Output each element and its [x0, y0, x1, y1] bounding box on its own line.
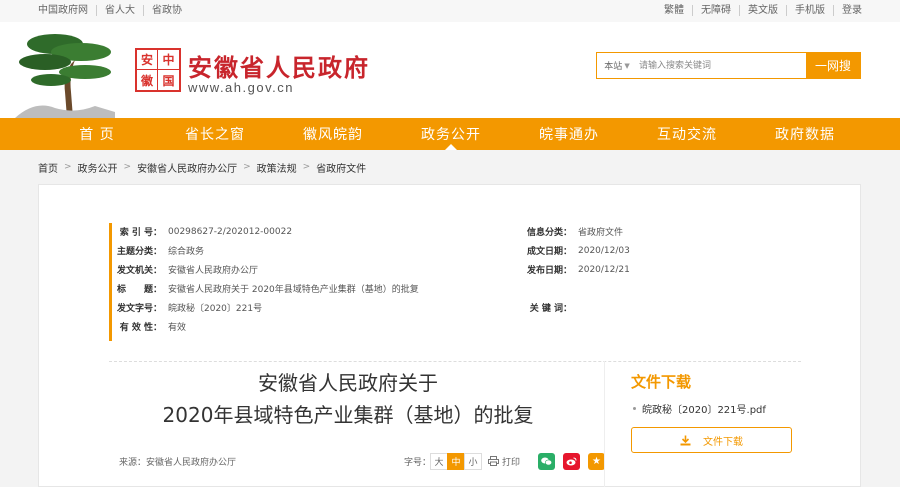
print-button[interactable]: 打印	[487, 455, 520, 468]
breadcrumb-docs[interactable]: 省政府文件	[316, 160, 366, 175]
search-input[interactable]	[637, 53, 806, 78]
weibo-icon	[566, 457, 577, 465]
main-nav: 首 页 省长之窗 徽风皖韵 政务公开 皖事通办 互动交流 政府数据	[0, 118, 900, 150]
meta-info-class: 信息分类： 省政府文件	[526, 228, 624, 238]
link-provincial-cppcc[interactable]: 省政协	[144, 5, 190, 16]
chevron-down-icon: ▼	[624, 61, 630, 70]
download-section-title: 文件下载	[631, 373, 692, 391]
download-icon	[680, 435, 691, 445]
printer-icon	[487, 456, 499, 466]
top-utility-bar: 中国政府网 省人大 省政协 繁體 无障碍 英文版 手机版 登录	[0, 0, 900, 22]
download-file-link[interactable]: 皖政秘〔2020〕221号.pdf	[633, 401, 766, 416]
share-wechat-button[interactable]	[538, 452, 555, 470]
meta-issuer: 发文机关： 安徽省人民政府办公厅	[116, 266, 259, 276]
font-size-large[interactable]: 大	[429, 452, 448, 470]
meta-published: 发布日期： 2020/12/21	[526, 264, 630, 277]
section-divider	[109, 361, 801, 362]
document-title: 安徽省人民政府关于 2020年县域特色产业集群（基地）的批复	[162, 371, 534, 427]
document-toolbar: 来源：安徽省人民政府办公厅 字号： 大 中 小 打印 ★	[109, 451, 605, 471]
meta-keywords: 关 键 词：	[529, 304, 572, 314]
nav-government-affairs[interactable]: 政务公开	[392, 118, 510, 150]
link-traditional-chinese[interactable]: 繁體	[656, 5, 693, 16]
link-provincial-congress[interactable]: 省人大	[97, 5, 144, 16]
font-size-label: 字号：	[403, 457, 431, 468]
chevron-right-icon: >	[302, 162, 311, 172]
link-mobile[interactable]: 手机版	[787, 5, 834, 16]
share-weibo-button[interactable]	[563, 452, 580, 470]
meta-index-no: 索 引 号： 00298627-2/202012-00022	[119, 226, 293, 239]
font-size-switcher: 大 中 小	[429, 452, 482, 470]
pine-tree-logo-icon	[15, 22, 115, 118]
link-gov-cn[interactable]: 中国政府网	[38, 5, 97, 16]
search-scope-select[interactable]: 本站 ▼	[597, 53, 637, 78]
meta-topic: 主题分类： 综合政务	[116, 247, 205, 257]
sidebar-divider	[604, 361, 605, 487]
bullet-icon	[633, 407, 636, 410]
nav-anhui-culture[interactable]: 徽风皖韵	[274, 118, 392, 150]
breadcrumb-office[interactable]: 安徽省人民政府办公厅	[137, 160, 237, 175]
nav-interaction[interactable]: 互动交流	[628, 118, 746, 150]
ah-gov-seal-logo: 安 中 徽 国	[135, 48, 181, 92]
meta-doc-no: 发文字号： 皖政秘〔2020〕221号	[116, 304, 263, 314]
chevron-right-icon: >	[123, 162, 132, 172]
star-icon: ★	[592, 455, 601, 467]
site-title[interactable]: 安徽省人民政府	[188, 48, 370, 83]
font-size-small[interactable]: 小	[463, 452, 482, 470]
font-size-medium[interactable]: 中	[446, 452, 465, 470]
search-button[interactable]: 一网搜	[806, 53, 860, 78]
chevron-right-icon: >	[243, 162, 251, 172]
breadcrumb: 首页 > 政务公开 > 安徽省人民政府办公厅 > 政策法规 > 省政府文件	[0, 150, 900, 184]
search-box: 本站 ▼ 一网搜	[596, 52, 861, 79]
top-left-links: 中国政府网 省人大 省政协	[38, 5, 190, 16]
wechat-icon	[541, 457, 552, 465]
link-english[interactable]: 英文版	[740, 5, 787, 16]
breadcrumb-home[interactable]: 首页	[38, 160, 58, 175]
favorite-star-button[interactable]: ★	[588, 452, 605, 470]
meta-validity: 有 效 性： 有效	[119, 323, 187, 333]
nav-governor-window[interactable]: 省长之窗	[156, 118, 274, 150]
top-right-links: 繁體 无障碍 英文版 手机版 登录	[656, 5, 862, 16]
site-header: 安 中 徽 国 安徽省人民政府 www.ah.gov.cn 本站 ▼ 一网搜	[0, 22, 900, 118]
document-metadata: 索 引 号： 00298627-2/202012-00022 主题分类： 综合政…	[109, 223, 803, 341]
nav-home[interactable]: 首 页	[38, 118, 156, 150]
breadcrumb-policy[interactable]: 政策法规	[257, 160, 297, 175]
nav-government-data[interactable]: 政府数据	[746, 118, 864, 150]
nav-services[interactable]: 皖事通办	[510, 118, 628, 150]
content-panel: 索 引 号： 00298627-2/202012-00022 主题分类： 综合政…	[38, 184, 861, 487]
chevron-right-icon: >	[64, 162, 72, 172]
document-source: 来源：安徽省人民政府办公厅	[119, 457, 237, 468]
meta-title: 标 题： 安徽省人民政府关于 2020年县域特色产业集群（基地）的批复	[116, 285, 419, 295]
link-accessibility[interactable]: 无障碍	[693, 5, 740, 16]
meta-created: 成文日期： 2020/12/03	[526, 245, 630, 258]
breadcrumb-affairs[interactable]: 政务公开	[78, 160, 118, 175]
link-login[interactable]: 登录	[834, 5, 862, 16]
site-url: www.ah.gov.cn	[188, 80, 294, 95]
download-file-button[interactable]: 文件下载	[631, 427, 792, 453]
